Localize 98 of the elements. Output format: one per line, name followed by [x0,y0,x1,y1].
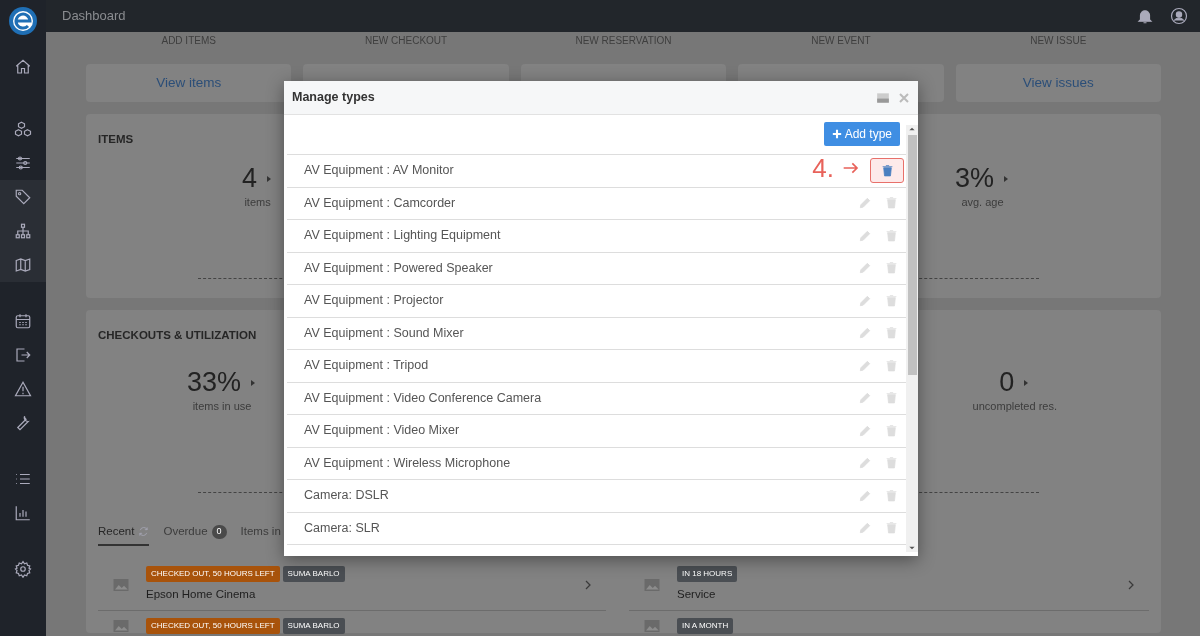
action-label: NEW EVENT [810,34,872,48]
type-label: AV Equipment : Video Mixer [304,422,460,440]
type-row[interactable]: AV Equipment : Powered Speaker [287,252,906,285]
stat-value: 4 [242,164,258,194]
close-icon[interactable] [898,91,910,104]
plus-icon [831,129,842,139]
annotation-number: 4. [812,155,834,181]
scrollbar[interactable] [906,125,918,552]
page-title: Dashboard [62,7,126,26]
action-label: NEW CHECKOUT [363,34,449,48]
type-row[interactable]: AV Equipment : Wireless Microphone [287,447,906,480]
chart-icon[interactable] [14,504,32,522]
pencil-icon [858,521,872,536]
type-row[interactable]: Camera: DSLR [287,480,906,513]
trash-icon [884,358,898,373]
pencil-icon [858,293,872,308]
type-row[interactable]: AV Equipment : Video Conference Camera [287,382,906,415]
refresh-icon[interactable] [138,526,150,538]
trash-icon [884,521,898,536]
pencil-icon [858,488,872,503]
status-badge: IN 18 HOURS [677,566,738,583]
trash-icon [884,228,898,243]
pencil-icon [858,456,872,471]
dialog-title: Manage types [292,89,375,107]
status-badge: IN A MONTH [677,617,734,634]
scroll-down-icon[interactable] [908,544,916,552]
type-label: AV Equipment : Powered Speaker [304,259,493,277]
logout-icon[interactable] [14,346,32,364]
type-row[interactable]: AV Equipment : Tripod [287,350,906,383]
tab[interactable]: Overdue 0 [163,523,227,547]
delete-button[interactable] [870,158,904,184]
count-badge: 0 [211,525,227,539]
type-row[interactable]: AV Equipment : Video Mixer [287,415,906,448]
calendar-icon[interactable] [14,312,32,330]
pencil-icon [858,228,872,243]
type-row[interactable]: AV Equipment : AV Monitor 4. [287,155,906,188]
item-title: Service [677,587,717,603]
type-label: AV Equipment : Tripod [304,357,429,375]
card-title: CHECKOUTS & UTILIZATION [98,328,257,343]
type-label: AV Equipment : Wireless Microphone [304,454,511,472]
trash-icon [884,196,898,211]
status-badge: CHECKED OUT, 50 HOURS LEFT [146,566,280,583]
status-badge: CHECKED OUT, 50 HOURS LEFT [146,617,280,634]
stat-label: items in use [191,398,253,414]
minimize-icon[interactable] [876,90,890,105]
card-title: ITEMS [98,132,134,147]
scroll-up-icon[interactable] [908,125,916,133]
type-row[interactable]: AV Equipment : Projector [287,285,906,318]
stat-value: 33% [187,368,242,398]
pencil-icon [858,261,872,276]
trash-icon [884,326,898,341]
type-row[interactable]: Camera: SLR [287,512,906,545]
tag-icon[interactable] [14,188,32,206]
cubes-icon[interactable] [14,120,32,138]
type-row[interactable]: AV Equipment : Sound Mixer [287,317,906,350]
trash-icon [884,456,898,471]
pencil-icon [858,391,872,406]
type-label: AV Equipment : Camcorder [304,194,456,212]
action-label: ADD ITEMS [160,34,217,48]
trash-icon [884,391,898,406]
user-icon[interactable] [1170,7,1188,25]
sliders-icon[interactable] [14,154,32,172]
action-label: NEW ISSUE [1029,34,1088,48]
trash-icon [884,423,898,438]
status-badge: SUMA BARLO [282,617,345,634]
type-row[interactable]: AV Equipment : Camcorder [287,187,906,220]
map-icon[interactable] [14,256,32,274]
stat-label: uncompleted res. [972,398,1057,414]
type-label: AV Equipment : AV Monitor [304,162,454,180]
item-title: Epson Home Cinema [146,587,257,603]
type-label: Camera: DSLR [304,487,389,505]
stat-value: 3% [954,164,994,194]
pencil-icon [858,423,872,438]
status-badge: SUMA BARLO [282,566,345,583]
hierarchy-icon[interactable] [14,222,32,240]
trash-icon [884,261,898,276]
type-label: Camera: SLR [304,519,380,537]
trash-icon [880,163,894,178]
type-row[interactable]: AV Equipment : Lighting Equipment [287,220,906,253]
notification-bell-icon[interactable] [1136,7,1154,25]
settings-icon[interactable] [14,560,32,578]
stat-label: avg. age [960,194,1005,210]
type-label: AV Equipment : Lighting Equipment [304,227,501,245]
pencil-icon [858,196,872,211]
logo-icon[interactable] [8,6,38,36]
action-label: NEW RESERVATION [574,34,673,48]
stat-label: items [243,194,272,210]
type-label: AV Equipment : Sound Mixer [304,324,464,342]
trash-icon [884,293,898,308]
stat-value: 0 [999,368,1015,398]
warning-icon[interactable] [14,380,32,398]
pencil-icon [858,358,872,373]
trash-icon [884,488,898,503]
tab[interactable]: Recent [98,523,150,547]
home-icon[interactable] [14,58,32,76]
pencil-icon [858,326,872,341]
type-label: AV Equipment : Video Conference Camera [304,389,542,407]
type-label: AV Equipment : Projector [304,292,444,310]
